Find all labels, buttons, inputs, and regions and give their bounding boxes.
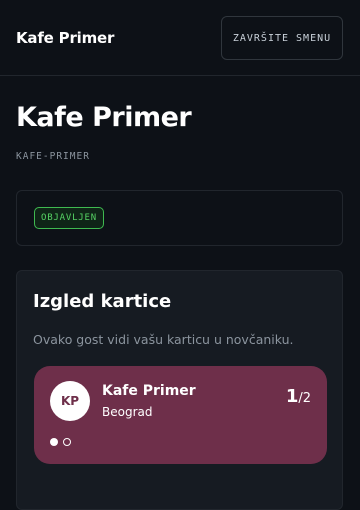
loyalty-card-preview: KP Kafe Primer Beograd 1/2 [34,366,327,464]
avatar: KP [50,381,90,421]
end-shift-button[interactable]: ZAVRŠITE SMENU [221,16,343,60]
card-city: Beograd [102,405,153,419]
stamp-dot-filled [50,438,58,446]
preview-title: Izgled kartice [33,291,172,312]
status-panel: OBJAVLJEN [16,190,343,246]
stamp-dot-empty [63,438,71,446]
stamp-dots [50,438,71,446]
stamp-count-total: /2 [298,391,311,406]
stamp-count-current: 1 [285,386,299,407]
card-preview-panel: Izgled kartice Ovako gost vidi vašu kart… [16,270,343,510]
status-badge: OBJAVLJEN [34,207,104,229]
stamp-counter: 1/2 [286,386,311,407]
avatar-initials: KP [60,394,80,408]
business-slug: KAFE-PRIMER [16,151,90,162]
page-title: Kafe Primer [16,102,192,133]
app-name: Kafe Primer [16,29,115,47]
top-bar: Kafe Primer ZAVRŠITE SMENU [0,0,360,76]
preview-description: Ovako gost vidi vašu karticu u novčaniku… [33,332,294,347]
card-business-name: Kafe Primer [102,383,196,399]
